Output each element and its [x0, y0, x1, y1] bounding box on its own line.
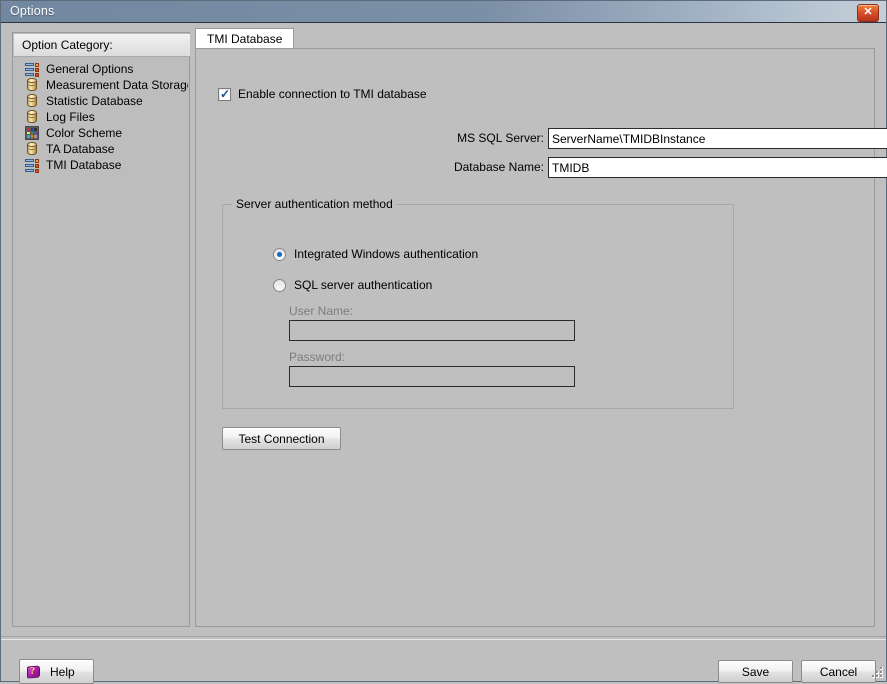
option-category-header-label: Option Category:	[22, 38, 113, 52]
window-titlebar: Options ✕	[1, 1, 886, 23]
ms-sql-server-label: MS SQL Server:	[457, 131, 544, 145]
user-name-label: User Name:	[289, 304, 354, 318]
sidebar-item-label: TA Database	[46, 142, 115, 156]
window-title: Options	[10, 4, 55, 18]
radio-sql-server-auth[interactable]: SQL server authentication	[273, 278, 432, 292]
sidebar-item-tmi-database[interactable]: TMI Database	[24, 157, 188, 173]
database-icon	[24, 77, 40, 93]
help-button-label: Help	[50, 664, 75, 679]
ms-sql-server-label-wrap: MS SQL Server:	[236, 128, 544, 149]
resize-grip[interactable]	[870, 665, 883, 678]
database-name-label: Database Name:	[453, 160, 544, 174]
options-list-icon	[24, 61, 40, 77]
option-category-panel: Option Category: General Options Measurem…	[12, 32, 190, 627]
tab-label: TMI Database	[207, 32, 283, 46]
sidebar-item-label: Measurement Data Storage	[46, 78, 188, 92]
password-label: Password:	[289, 350, 346, 364]
color-palette-icon	[24, 125, 40, 141]
checkmark-icon: ✓	[220, 86, 231, 101]
enable-connection-row[interactable]: ✓ Enable connection to TMI database	[218, 87, 427, 101]
test-connection-label: Test Connection	[238, 431, 325, 446]
test-connection-button[interactable]: Test Connection	[222, 427, 341, 450]
database-icon	[24, 109, 40, 125]
server-authentication-group: Server authentication method Integrated …	[222, 197, 734, 409]
database-name-input[interactable]	[548, 157, 887, 178]
radio-sql-server-auth-indicator[interactable]	[273, 278, 286, 292]
radio-sql-server-auth-label: SQL server authentication	[294, 278, 433, 292]
help-button[interactable]: ? Help	[19, 659, 94, 684]
sidebar-item-label: Statistic Database	[46, 94, 143, 108]
sidebar-item-log-files[interactable]: Log Files	[24, 109, 188, 125]
close-glyph: ✕	[863, 6, 873, 18]
database-name-label-wrap: Database Name:	[236, 157, 544, 178]
sidebar-item-label: Log Files	[46, 110, 95, 124]
sidebar-item-label: Color Scheme	[46, 126, 123, 140]
save-button-label: Save	[741, 664, 770, 679]
ms-sql-server-row: MS SQL Server:	[196, 128, 887, 149]
help-book-icon: ?	[26, 664, 42, 680]
close-icon[interactable]: ✕	[857, 4, 879, 22]
user-name-input[interactable]	[289, 320, 575, 341]
sidebar-item-statistic-database[interactable]: Statistic Database	[24, 93, 188, 109]
enable-connection-label: Enable connection to TMI database	[238, 87, 427, 101]
radio-integrated-windows-auth-label: Integrated Windows authentication	[294, 247, 479, 261]
option-category-header: Option Category:	[14, 34, 190, 57]
sidebar-item-ta-database[interactable]: TA Database	[24, 141, 188, 157]
options-list-icon	[24, 157, 40, 173]
dialog-client-area: Option Category: General Options Measurem…	[1, 23, 887, 684]
radio-integrated-windows-auth[interactable]: Integrated Windows authentication	[273, 247, 478, 261]
radio-integrated-windows-auth-indicator[interactable]	[273, 247, 286, 261]
tab-tmi-database[interactable]: TMI Database	[195, 28, 295, 49]
tab-panel: TMI Database ✓ Enable connection to TMI …	[195, 28, 887, 627]
ms-sql-server-input[interactable]	[548, 128, 887, 149]
tab-content-tmi-database: ✓ Enable connection to TMI database MS S…	[195, 48, 887, 627]
password-input[interactable]	[289, 366, 575, 387]
sidebar-item-label: TMI Database	[46, 158, 122, 172]
options-dialog-window: Options ✕ Option Category: General Optio…	[0, 0, 887, 684]
footer-separator	[1, 636, 886, 640]
tab-strip: TMI Database	[195, 28, 875, 49]
sidebar-item-label: General Options	[46, 62, 134, 76]
sidebar-item-color-scheme[interactable]: Color Scheme	[24, 125, 188, 141]
sidebar-item-measurement-data-storage[interactable]: Measurement Data Storage	[24, 77, 188, 93]
database-name-row: Database Name:	[196, 157, 887, 178]
enable-connection-checkbox[interactable]: ✓	[218, 86, 231, 101]
cancel-button[interactable]: Cancel	[801, 660, 876, 683]
option-category-list[interactable]: General Options Measurement Data Storage S…	[14, 57, 188, 625]
save-button[interactable]: Save	[718, 660, 793, 683]
sidebar-item-general-options[interactable]: General Options	[24, 61, 188, 77]
server-authentication-group-title: Server authentication method	[232, 197, 397, 211]
database-icon	[24, 141, 40, 157]
cancel-button-label: Cancel	[819, 664, 858, 679]
database-icon	[24, 93, 40, 109]
